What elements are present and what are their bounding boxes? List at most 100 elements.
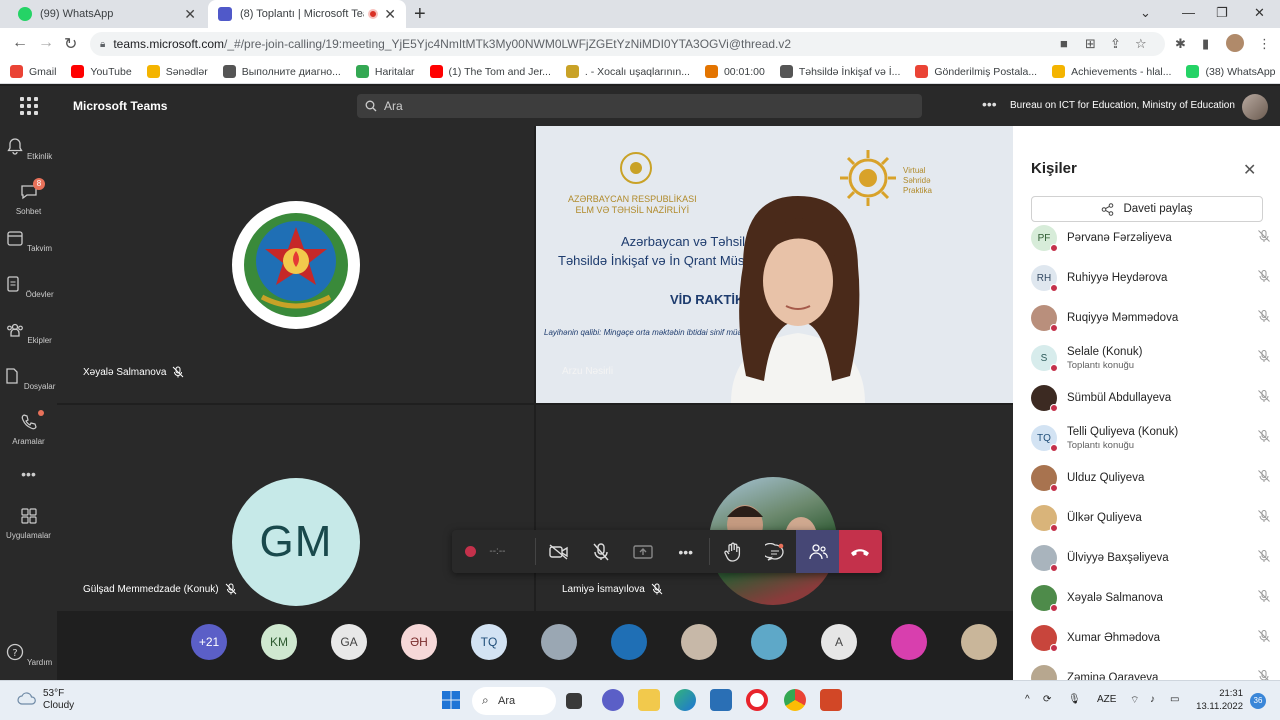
volume-icon[interactable]: ♪ xyxy=(1150,694,1155,705)
more-actions-button[interactable]: ••• xyxy=(665,530,707,573)
more-apps-icon[interactable]: ••• xyxy=(0,466,57,482)
share-screen-button[interactable] xyxy=(622,530,664,573)
system-clock[interactable]: 21:31 13.11.2022 xyxy=(1195,687,1243,713)
new-tab-button[interactable]: + xyxy=(414,3,426,26)
appbar-item-help[interactable]: ? Yardım xyxy=(0,642,57,667)
participants-button[interactable] xyxy=(796,530,839,573)
participant-row[interactable]: Ulduz Quliyeva xyxy=(1031,458,1271,498)
participant-row[interactable]: Sümbül Abdullayeva xyxy=(1031,378,1271,418)
bookmark-item[interactable]: (38) WhatsApp xyxy=(1186,65,1276,78)
bookmark-item[interactable]: Sənədlər xyxy=(146,65,208,78)
bookmark-item[interactable]: Haritalar xyxy=(355,65,415,78)
gallery-avatar[interactable]: KM xyxy=(261,624,297,660)
camera-icon[interactable]: ■ xyxy=(1060,36,1068,51)
gallery-avatar[interactable] xyxy=(611,624,647,660)
chevron-up-icon[interactable]: ^ xyxy=(1025,694,1030,705)
menu-icon[interactable]: ⋮ xyxy=(1258,36,1271,52)
bookmark-item[interactable]: (1) The Tom and Jer... xyxy=(429,65,551,78)
participant-row[interactable]: Ülkər Quliyeva xyxy=(1031,498,1271,538)
bookmark-item[interactable]: Gönderilmiş Postala... xyxy=(915,65,1037,78)
gallery-avatar[interactable]: TQ xyxy=(471,624,507,660)
teams-chat-icon[interactable] xyxy=(602,689,624,711)
taskbar-search[interactable]: ⌕ Ara xyxy=(472,687,556,715)
edge-icon[interactable] xyxy=(674,689,696,711)
raise-hand-button[interactable] xyxy=(712,530,754,573)
maximize-button[interactable]: ❐ xyxy=(1216,5,1228,21)
presenter-video-tile[interactable]: AZƏRBAYCAN RESPUBLİKASI ELM VƏ TƏHSİL NA… xyxy=(536,126,1013,403)
gallery-avatar[interactable]: GA xyxy=(331,624,367,660)
translate-icon[interactable]: ⊞ xyxy=(1085,36,1096,52)
start-windows-icon[interactable] xyxy=(440,689,462,711)
bookmark-item[interactable]: Gmail xyxy=(10,65,56,78)
bookmark-item[interactable]: Təhsildə İnkişaf və İ... xyxy=(779,65,900,78)
bookmark-item[interactable]: . - Xocalı uşaqlarının... xyxy=(565,65,690,78)
video-tile[interactable]: GM Gülşad Memmedzade (Konuk) xyxy=(57,405,534,611)
reload-icon[interactable]: ↻ xyxy=(64,34,77,54)
participant-row[interactable]: PF Pərvanə Fərzəliyeva xyxy=(1031,218,1271,258)
share-icon[interactable]: ⇪ xyxy=(1110,36,1121,52)
browser-tab-teams[interactable]: (8) Toplantı | Microsoft Teams ✕ xyxy=(208,0,406,28)
appbar-item-teams[interactable]: Ekipler xyxy=(0,320,57,345)
store-icon[interactable] xyxy=(710,689,732,711)
appbar-item-assignments[interactable]: Ödevler xyxy=(0,274,57,299)
participant-row[interactable]: Ruqiyyə Məmmədova xyxy=(1031,298,1271,338)
notification-badge[interactable]: 36 xyxy=(1250,693,1266,709)
side-panel-icon[interactable]: ▮ xyxy=(1202,36,1209,52)
appbar-item-calendar[interactable]: Takvim xyxy=(0,228,57,253)
tab-search-icon[interactable]: ⌄ xyxy=(1140,5,1151,21)
close-window-button[interactable]: ✕ xyxy=(1254,5,1265,21)
close-icon[interactable]: ✕ xyxy=(1243,160,1256,180)
participant-row[interactable]: S Selale (Konuk) Toplantı konuğu xyxy=(1031,338,1271,378)
bookmark-item[interactable]: Выполните диагно... xyxy=(222,65,341,78)
opera-icon[interactable] xyxy=(746,689,768,711)
app-launcher-icon[interactable] xyxy=(20,97,38,115)
extensions-icon[interactable]: ✱ xyxy=(1175,36,1186,52)
participant-row[interactable]: Ülviyyə Baxşəliyeva xyxy=(1031,538,1271,578)
more-options-icon[interactable]: ••• xyxy=(982,96,997,112)
bookmark-star-icon[interactable]: ☆ xyxy=(1135,36,1147,52)
close-icon[interactable]: ✕ xyxy=(184,6,196,23)
forward-icon[interactable]: → xyxy=(38,34,54,52)
gallery-avatar[interactable] xyxy=(891,624,927,660)
appbar-item-files[interactable]: Dosyalar xyxy=(0,366,57,391)
gallery-avatar[interactable] xyxy=(751,624,787,660)
participant-row[interactable]: Xumar Əhmədova xyxy=(1031,618,1271,658)
task-view-icon[interactable] xyxy=(566,693,582,709)
user-avatar[interactable] xyxy=(1242,94,1268,120)
appbar-item-calls[interactable]: Aramalar xyxy=(0,410,57,446)
appbar-item-chat[interactable]: 8 Sohbet xyxy=(0,178,57,216)
powerpoint-icon[interactable] xyxy=(820,689,842,711)
back-icon[interactable]: ← xyxy=(12,34,28,52)
microphone-icon[interactable]: 🎙︎ xyxy=(1068,694,1081,705)
bookmark-item[interactable]: 00:01:00 xyxy=(704,65,765,78)
chat-button[interactable] xyxy=(754,530,796,573)
weather-widget[interactable]: 53°F Cloudy xyxy=(43,688,74,712)
participant-row[interactable]: Xəyalə Salmanova xyxy=(1031,578,1271,618)
participant-row[interactable]: TQ Telli Quliyeva (Konuk) Toplantı konuğu xyxy=(1031,418,1271,458)
sync-icon[interactable]: ⟳ xyxy=(1043,694,1051,705)
chrome-icon[interactable] xyxy=(784,689,806,711)
bookmark-item[interactable]: YouTube xyxy=(71,65,132,78)
wifi-icon[interactable]: ⌔ xyxy=(1130,694,1139,707)
input-language[interactable]: AZE xyxy=(1097,694,1116,705)
battery-icon[interactable]: ▭ xyxy=(1170,694,1179,705)
profile-avatar[interactable] xyxy=(1226,34,1244,52)
address-bar[interactable]: 🔒︎ teams.microsoft.com/_#/pre-join-calli… xyxy=(90,32,1165,56)
appbar-item-activity[interactable]: Etkinlik xyxy=(0,136,57,161)
camera-toggle-button[interactable] xyxy=(538,530,580,573)
participant-row[interactable]: RH Ruhiyyə Heydərova xyxy=(1031,258,1271,298)
gallery-avatar[interactable]: A xyxy=(821,624,857,660)
appbar-item-apps[interactable]: Uygulamalar xyxy=(0,506,57,540)
video-tile[interactable]: Xəyalə Salmanova xyxy=(57,126,534,403)
gallery-avatar[interactable] xyxy=(681,624,717,660)
bookmark-item[interactable]: Achievements - hlal... xyxy=(1052,65,1171,78)
leave-call-button[interactable] xyxy=(838,530,882,573)
mic-toggle-button[interactable] xyxy=(580,530,622,573)
video-tile[interactable]: Lamiyə İsmayılova xyxy=(536,405,1013,611)
gallery-avatar[interactable] xyxy=(541,624,577,660)
gallery-avatar[interactable] xyxy=(961,624,997,660)
close-icon[interactable]: ✕ xyxy=(384,6,396,23)
minimize-button[interactable]: — xyxy=(1182,5,1195,20)
browser-tab-whatsapp[interactable]: (99) WhatsApp ✕ xyxy=(8,0,206,28)
more-participants-button[interactable]: +21 xyxy=(191,624,227,660)
